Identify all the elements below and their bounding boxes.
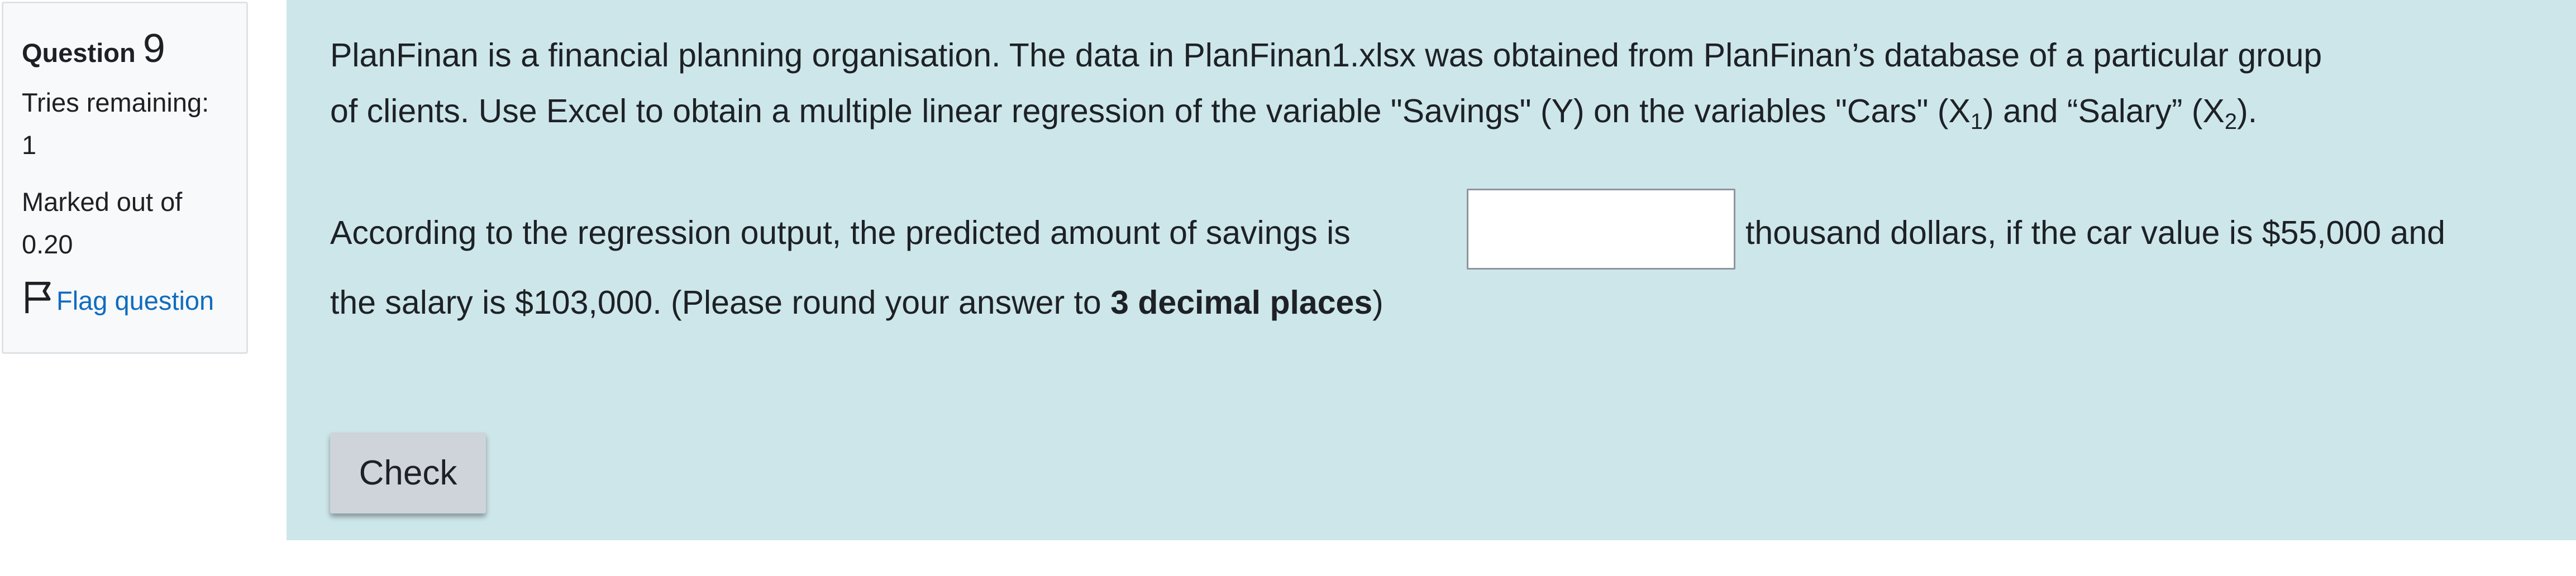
marked-out-of-label: Marked out of [22,187,183,217]
flag-icon [22,280,56,321]
question-text-line-2: of clients. Use Excel to obtain a multip… [330,93,2258,133]
check-button[interactable]: Check [330,433,486,513]
question-text-line-2-part-3: ). [2237,93,2258,129]
question-text-line-1: PlanFinan is a financial planning organi… [330,37,2322,74]
question-text-line-2-part-2: ) and “Salary” (X [1983,93,2225,129]
rounding-instruction-start: the salary is $103,000. (Please round yo… [330,284,1111,321]
question-heading: Question 9 [22,25,228,73]
answer-input[interactable] [1467,189,1735,270]
rounding-instruction-end: ) [1372,284,1384,321]
x1-subscript: 1 [1970,109,1983,134]
marked-out-of-value: 0.20 [22,229,73,260]
tries-remaining-label: Tries remaining: [22,88,209,118]
x2-subscript: 2 [2224,109,2238,134]
flag-question-link[interactable]: Flag question [22,280,228,321]
answer-prompt-after: thousand dollars, if the car value is $5… [1745,214,2445,251]
quiz-question-page: Question 9 Tries remaining: 1 Marked out… [0,0,2576,576]
rounding-instruction: the salary is $103,000. (Please round yo… [330,286,1384,319]
question-content: PlanFinan is a financial planning organi… [287,0,2576,540]
rounding-instruction-bold: 3 decimal places [1110,284,1373,321]
flag-question-label: Flag question [56,286,214,316]
question-info-panel: Question 9 Tries remaining: 1 Marked out… [2,2,248,354]
answer-prompt-before: According to the regression output, the … [330,214,1351,251]
question-word: Question [22,38,136,68]
question-number: 9 [142,26,165,71]
tries-remaining-value: 1 [22,130,37,160]
question-text-line-2-part-1: of clients. Use Excel to obtain a multip… [330,93,1971,129]
